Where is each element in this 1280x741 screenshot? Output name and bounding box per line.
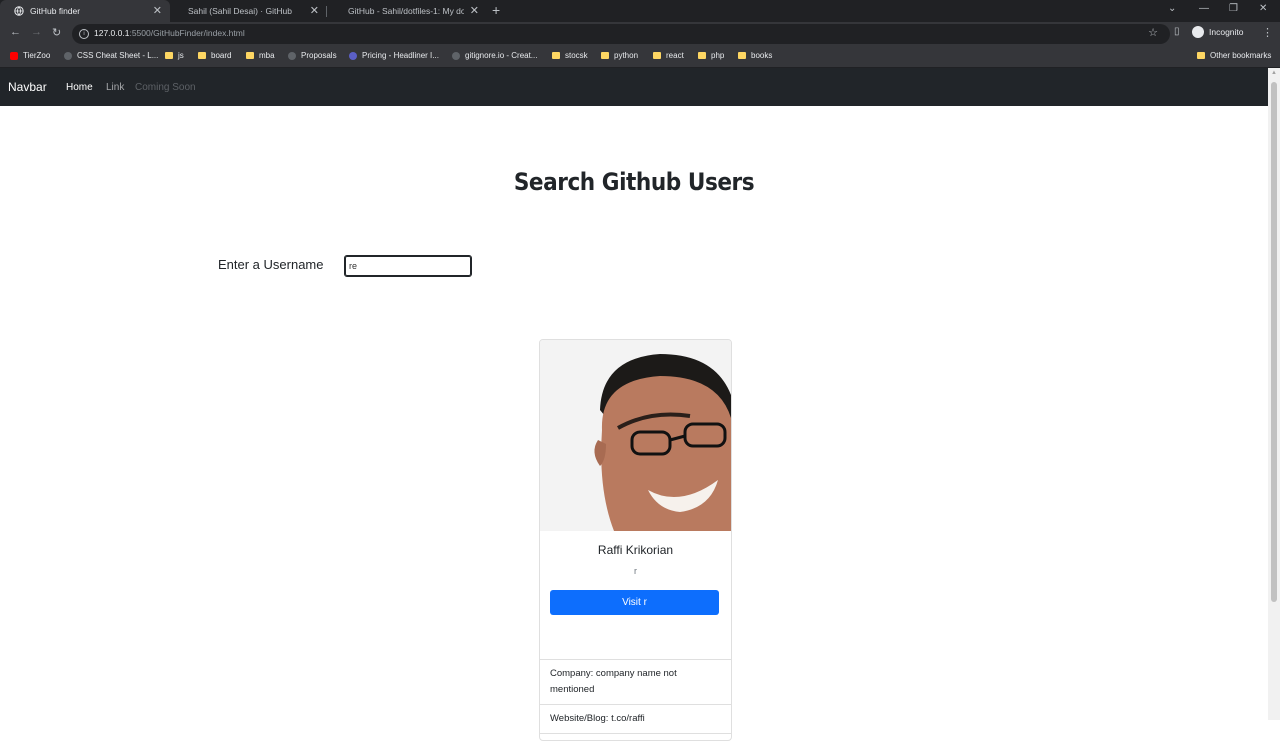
visit-profile-button[interactable]: Visit r: [550, 590, 719, 615]
folder-icon: [738, 52, 746, 59]
folder-icon: [1197, 52, 1205, 59]
nav-link-link[interactable]: Link: [106, 82, 124, 93]
bookmark-item[interactable]: gitignore.io - Creat...: [452, 51, 537, 60]
folder-icon: [165, 52, 173, 59]
url-text[interactable]: 127.0.0.1:5500/GitHubFinder/index.html: [94, 28, 245, 38]
browser-tab-strip: GitHub finder ✕ Sahil (Sahil Desai) · Gi…: [0, 0, 1280, 22]
folder-icon: [698, 52, 706, 59]
bookmark-item[interactable]: Pricing - Headliner I...: [349, 51, 439, 60]
folder-icon: [601, 52, 609, 59]
nav-link-home[interactable]: Home: [66, 82, 93, 93]
bookmark-star-icon[interactable]: ☆: [1148, 26, 1158, 39]
tab-dotfiles[interactable]: GitHub - Sahil/dotfiles-1: My dot ✕: [332, 0, 487, 22]
globe-icon: [288, 51, 296, 60]
folder-icon: [653, 52, 661, 59]
globe-icon: [452, 51, 460, 60]
bookmark-item[interactable]: Proposals: [288, 51, 337, 60]
close-tab-icon[interactable]: ✕: [310, 4, 319, 17]
folder-icon: [246, 52, 254, 59]
username-label: Enter a Username: [218, 257, 324, 272]
tab-github-finder[interactable]: GitHub finder ✕: [0, 0, 170, 22]
user-details-list: Company: company name not mentioned Webs…: [540, 659, 731, 734]
username-input[interactable]: [344, 255, 472, 277]
globe-icon: [64, 51, 72, 60]
back-icon[interactable]: ←: [10, 26, 21, 38]
other-bookmarks-folder[interactable]: Other bookmarks: [1197, 51, 1271, 60]
bookmark-folder[interactable]: php: [698, 51, 724, 60]
bookmark-folder[interactable]: mba: [246, 51, 275, 60]
profile-label: Incognito: [1209, 27, 1244, 37]
address-bar[interactable]: i 127.0.0.1:5500/GitHubFinder/index.html…: [72, 24, 1170, 44]
nav-link-coming-soon: Coming Soon: [135, 82, 196, 93]
scrollbar-thumb[interactable]: [1271, 82, 1277, 602]
bookmark-folder[interactable]: js: [165, 51, 184, 60]
bookmark-folder[interactable]: board: [198, 51, 231, 60]
close-window-icon[interactable]: ✕: [1259, 3, 1267, 14]
user-card: Raffi Krikorian r Visit r Company: compa…: [539, 339, 732, 741]
tab-divider: [326, 6, 327, 17]
headliner-icon: [349, 51, 357, 60]
folder-icon: [198, 52, 206, 59]
page-title: Search Github Users: [513, 168, 755, 196]
restore-icon[interactable]: ❐: [1229, 3, 1238, 14]
avatar: [540, 340, 731, 531]
globe-icon: [14, 6, 24, 16]
bookmark-item[interactable]: TierZoo: [10, 51, 50, 60]
new-tab-button[interactable]: +: [492, 2, 500, 18]
tab-search-icon[interactable]: ⌄: [1168, 3, 1176, 14]
youtube-icon: [10, 51, 18, 60]
bookmark-folder[interactable]: react: [653, 51, 684, 60]
minimize-icon[interactable]: —: [1199, 3, 1209, 14]
page-scrollbar[interactable]: ▲: [1268, 68, 1280, 720]
tab-title: Sahil (Sahil Desai) · GitHub: [188, 6, 292, 16]
scroll-up-arrow-icon[interactable]: ▲: [1271, 70, 1277, 76]
folder-icon: [552, 52, 560, 59]
bookmark-folder[interactable]: books: [738, 51, 772, 60]
incognito-indicator[interactable]: Incognito: [1192, 26, 1244, 38]
browser-toolbar: ← → ↻ i 127.0.0.1:5500/GitHubFinder/inde…: [0, 22, 1280, 46]
tab-title: GitHub finder: [30, 6, 81, 16]
company-item: Company: company name not mentioned: [540, 660, 731, 705]
bookmark-folder[interactable]: python: [601, 51, 638, 60]
forward-icon[interactable]: →: [31, 26, 42, 38]
close-tab-icon[interactable]: ✕: [153, 4, 162, 17]
tab-sahil-github[interactable]: Sahil (Sahil Desai) · GitHub ✕: [172, 0, 327, 22]
incognito-icon: [1192, 26, 1204, 38]
user-full-name: Raffi Krikorian: [597, 543, 674, 557]
navbar-brand[interactable]: Navbar: [8, 80, 47, 94]
menu-kebab-icon[interactable]: ⋮: [1262, 26, 1273, 39]
bookmark-item[interactable]: CSS Cheat Sheet - L...: [64, 51, 158, 60]
site-navbar: Navbar Home Link Coming Soon: [0, 68, 1268, 106]
bookmark-folder[interactable]: stocsk: [552, 51, 588, 60]
reload-icon[interactable]: ↻: [52, 26, 61, 39]
user-login: r: [634, 566, 637, 576]
close-tab-icon[interactable]: ✕: [470, 4, 479, 17]
tab-title: GitHub - Sahil/dotfiles-1: My dot: [348, 6, 464, 16]
side-panel-icon[interactable]: ▯: [1174, 26, 1180, 37]
site-info-icon[interactable]: i: [79, 29, 89, 39]
bookmarks-bar: TierZoo CSS Cheat Sheet - L... js board …: [0, 46, 1280, 68]
